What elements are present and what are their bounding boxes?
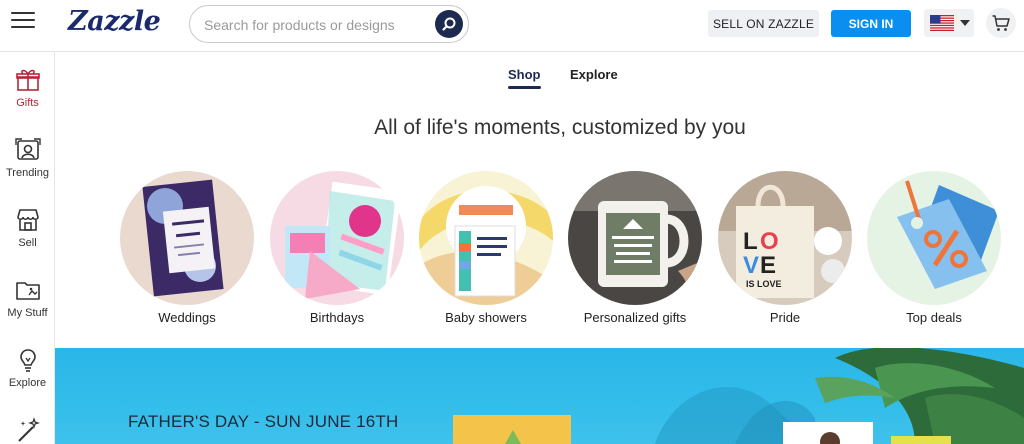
magic-wand-icon [17,417,40,442]
svg-text:L: L [743,228,758,255]
sidebar-item-explore[interactable]: Explore [0,347,55,389]
gift-icon [15,69,40,91]
sidebar-item-design[interactable] [0,417,55,443]
page-headline: All of life's moments, customized by you [374,116,746,139]
sidebar-item-label: Trending [5,167,49,179]
menu-icon[interactable] [11,12,35,30]
weddings-image [120,171,254,305]
sidebar-item-trending[interactable]: Trending [0,137,55,179]
search-input[interactable] [204,15,429,35]
search-icon [442,17,456,31]
us-flag-icon [930,15,954,31]
cart-icon [992,15,1010,31]
search-bar [189,5,469,43]
cart-button[interactable] [986,8,1016,38]
sidebar-item-my-stuff[interactable]: My Stuff [0,277,55,319]
sidebar-item-label: My Stuff [7,307,48,319]
lightbulb-icon [19,349,36,372]
fathers-day-banner[interactable]: FATHER'S DAY - SUN JUNE 16TH [55,348,1024,444]
zazzle-logo[interactable]: Zazzle [68,6,161,37]
category-label: Pride [769,310,801,325]
header: Zazzle SELL ON ZAZZLE SIGN IN [0,0,1024,52]
category-birthdays[interactable]: Birthdays [270,171,404,325]
category-label: Birthdays [309,310,365,325]
tab-shop[interactable]: Shop [508,67,541,89]
top-deals-image [867,171,1001,305]
category-weddings[interactable]: Weddings [120,171,254,325]
search-button[interactable] [435,10,463,38]
category-label: Baby showers [445,310,527,325]
sell-on-zazzle-button[interactable]: SELL ON ZAZZLE [708,10,819,37]
category-pride[interactable]: L O V E IS LOVE Pride [718,171,852,325]
category-label: Top deals [906,310,962,325]
baby-showers-image [419,171,553,305]
store-icon [16,209,39,231]
pride-image: L O V E IS LOVE [718,171,852,305]
category-top-deals[interactable]: Top deals [867,171,1001,325]
category-personalized-gifts[interactable]: Personalized gifts [568,171,702,325]
folder-icon [15,282,40,300]
svg-text:O: O [760,228,779,255]
sidebar-item-sell[interactable]: Sell [0,207,55,249]
banner-title: FATHER'S DAY - SUN JUNE 16TH [128,412,399,431]
sidebar-item-label: Explore [8,377,47,389]
sidebar-item-label: Gifts [16,97,39,109]
svg-text:E: E [760,252,776,279]
sidebar-item-gifts[interactable]: Gifts [0,67,55,109]
trending-icon [14,138,41,160]
sign-in-button[interactable]: SIGN IN [831,10,911,37]
svg-text:IS LOVE: IS LOVE [746,279,782,289]
category-label: Personalized gifts [583,310,687,325]
category-label: Weddings [158,310,216,325]
chevron-down-icon [960,20,970,26]
svg-text:V: V [743,252,759,279]
personalized-gifts-image [568,171,702,305]
category-baby-showers[interactable]: Baby showers [419,171,553,325]
sidebar-item-label: Sell [18,237,37,249]
country-selector[interactable] [924,9,974,37]
sidebar: Gifts Trending Sell My Stuff Explore [0,52,55,444]
birthdays-image [270,171,404,305]
tab-explore[interactable]: Explore [570,67,618,82]
